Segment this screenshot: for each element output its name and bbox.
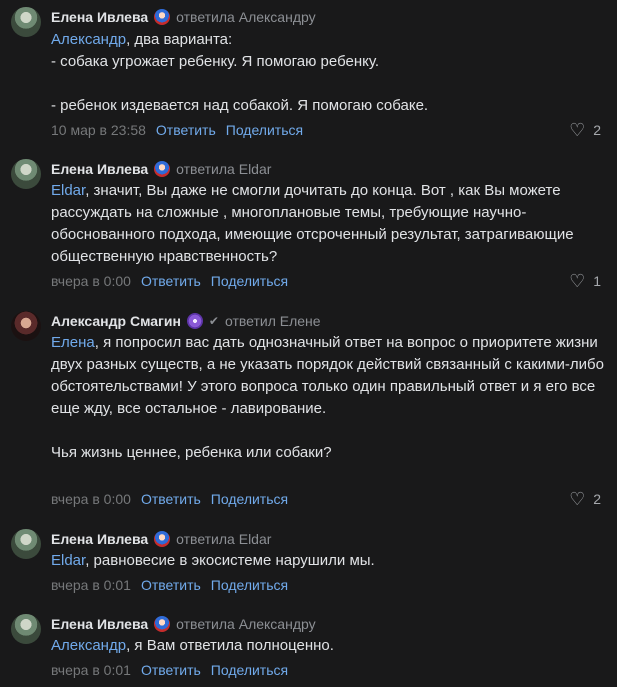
- heart-icon: ♡: [569, 271, 586, 291]
- reply-button[interactable]: Ответить: [141, 273, 201, 289]
- share-button[interactable]: Поделиться: [211, 662, 288, 678]
- mention-link[interactable]: Александр: [51, 637, 126, 654]
- mention-link[interactable]: Eldar: [51, 552, 85, 569]
- captain-badge-icon: [154, 161, 171, 177]
- author-name[interactable]: Елена Ивлева: [51, 161, 148, 177]
- like-count: 1: [593, 273, 601, 289]
- reply-button[interactable]: Ответить: [141, 662, 201, 678]
- avatar[interactable]: [11, 614, 41, 644]
- replied-to[interactable]: ответила Александру: [176, 616, 315, 632]
- comment-text: Eldar, значит, Вы даже не смогли дочитат…: [51, 180, 611, 268]
- timestamp[interactable]: 10 мар в 23:58: [51, 122, 146, 138]
- mention-link[interactable]: Eldar: [51, 182, 85, 199]
- flower-badge-icon: [186, 313, 203, 329]
- timestamp[interactable]: вчера в 0:01: [51, 577, 131, 593]
- comment-header: Елена Ивлева ответила Eldar: [51, 529, 271, 549]
- reply-button[interactable]: Ответить: [141, 577, 201, 593]
- avatar[interactable]: [11, 311, 41, 341]
- timestamp[interactable]: вчера в 0:01: [51, 662, 131, 678]
- share-button[interactable]: Поделиться: [211, 577, 288, 593]
- replied-to[interactable]: ответила Александру: [176, 9, 315, 25]
- share-button[interactable]: Поделиться: [211, 273, 288, 289]
- heart-icon: ♡: [569, 489, 586, 509]
- timestamp[interactable]: вчера в 0:00: [51, 273, 131, 289]
- like-count: 2: [593, 491, 601, 507]
- captain-badge-icon: [154, 9, 171, 25]
- replied-to[interactable]: ✔ ответил Елене: [209, 313, 321, 329]
- reply-button[interactable]: Ответить: [141, 491, 201, 507]
- avatar[interactable]: [11, 7, 41, 37]
- avatar[interactable]: [11, 159, 41, 189]
- comment-meta: 10 мар в 23:58 Ответить Поделиться: [51, 120, 303, 140]
- comment-meta: вчера в 0:01 Ответить Поделиться: [51, 660, 288, 680]
- comment-header: Елена Ивлева ответила Александру: [51, 614, 316, 634]
- comment-body: , значит, Вы даже не смогли дочитать до …: [51, 182, 574, 265]
- captain-badge-icon: [154, 531, 171, 547]
- share-button[interactable]: Поделиться: [211, 491, 288, 507]
- comment-meta: вчера в 0:01 Ответить Поделиться: [51, 575, 288, 595]
- like-count: 2: [593, 122, 601, 138]
- mention-link[interactable]: Елена: [51, 334, 95, 351]
- comment-body: , равновесие в экосистеме нарушили мы.: [85, 552, 375, 569]
- share-button[interactable]: Поделиться: [226, 122, 303, 138]
- author-name[interactable]: Елена Ивлева: [51, 9, 148, 25]
- comment-text: Александр, я Вам ответила полноценно.: [51, 635, 611, 657]
- comment-header: Елена Ивлева ответила Александру: [51, 7, 316, 27]
- avatar[interactable]: [11, 529, 41, 559]
- comment-body: , я попросил вас дать однозначный ответ …: [51, 334, 604, 461]
- replied-to[interactable]: ответила Eldar: [176, 161, 271, 177]
- author-name[interactable]: Александр Смагин: [51, 313, 181, 329]
- check-icon: ✔: [208, 314, 219, 328]
- comment-text: Елена, я попросил вас дать однозначный о…: [51, 332, 611, 464]
- like-button[interactable]: ♡ 2: [569, 489, 601, 509]
- author-name[interactable]: Елена Ивлева: [51, 531, 148, 547]
- replied-to[interactable]: ответила Eldar: [176, 531, 271, 547]
- comment-meta: вчера в 0:00 Ответить Поделиться: [51, 489, 288, 509]
- comments-thread: Елена Ивлева ответила Александру Алексан…: [0, 0, 617, 687]
- like-button[interactable]: ♡ 2: [569, 120, 601, 140]
- comment-header: Елена Ивлева ответила Eldar: [51, 159, 271, 179]
- comment-text: Eldar, равновесие в экосистеме нарушили …: [51, 550, 611, 572]
- comment-header: Александр Смагин ✔ ответил Елене: [51, 311, 321, 331]
- timestamp[interactable]: вчера в 0:00: [51, 491, 131, 507]
- author-name[interactable]: Елена Ивлева: [51, 616, 148, 632]
- comment-body: , я Вам ответила полноценно.: [126, 637, 334, 654]
- reply-button[interactable]: Ответить: [156, 122, 216, 138]
- heart-icon: ♡: [569, 120, 586, 140]
- comment-meta: вчера в 0:00 Ответить Поделиться: [51, 271, 288, 291]
- comment-text: Александр, два варианта: - собака угрожа…: [51, 29, 611, 117]
- captain-badge-icon: [154, 616, 171, 632]
- mention-link[interactable]: Александр: [51, 31, 126, 48]
- like-button[interactable]: ♡ 1: [569, 271, 601, 291]
